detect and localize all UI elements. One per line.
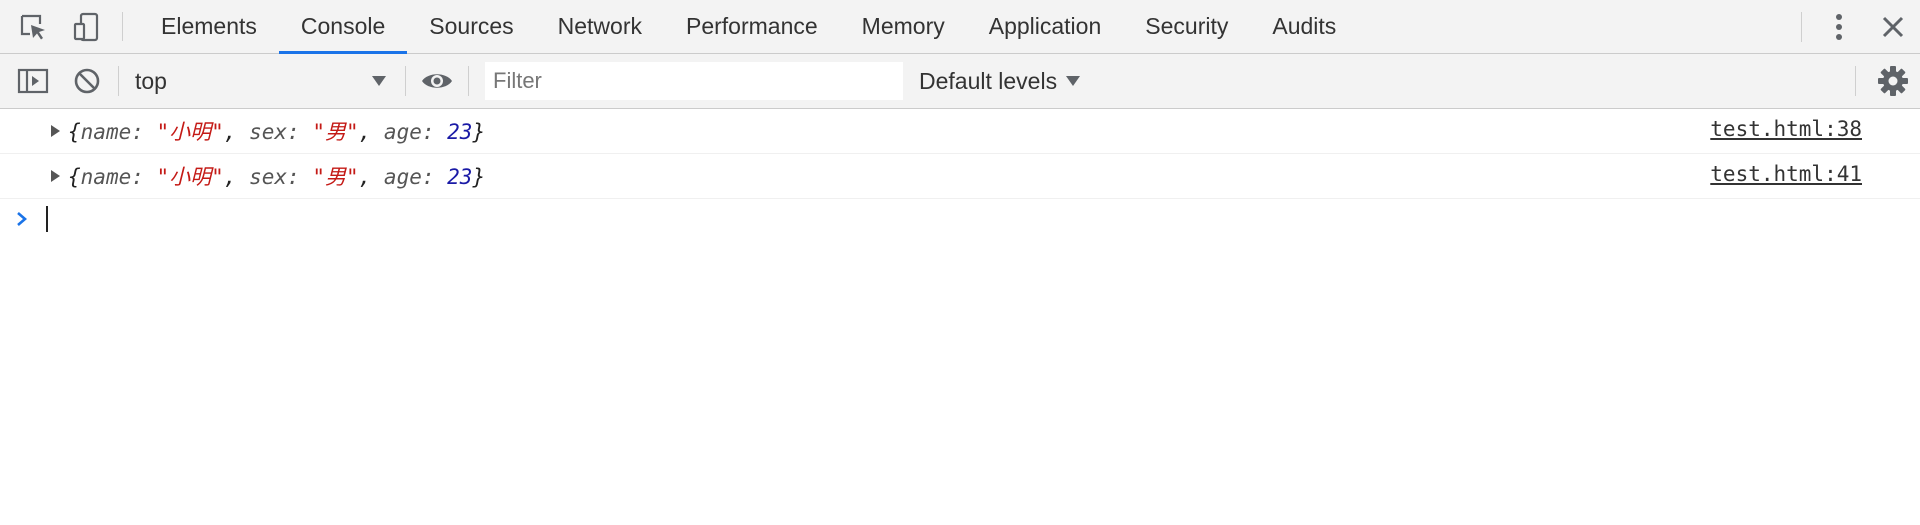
tab-security[interactable]: Security — [1123, 0, 1250, 53]
tab-memory[interactable]: Memory — [840, 0, 967, 53]
dropdown-arrow-icon — [1066, 76, 1081, 86]
property-key: sex: — [249, 120, 313, 144]
toolbar-right-actions — [1851, 54, 1920, 108]
tab-network[interactable]: Network — [536, 0, 664, 53]
dropdown-arrow-icon — [372, 76, 386, 86]
string-value: "男" — [312, 165, 359, 189]
panel-tabs: Elements Console Sources Network Perform… — [139, 0, 1358, 54]
inspect-element-icon[interactable] — [6, 0, 60, 53]
tabbar-right-actions — [1801, 0, 1920, 54]
separator: , — [223, 165, 250, 189]
console-toolbar: top Default levels — [0, 54, 1920, 109]
toolbar-separator — [468, 66, 469, 96]
expand-triangle-icon[interactable] — [51, 125, 60, 137]
brace-close: } — [472, 165, 486, 189]
object-preview[interactable]: {name: "小明", sex: "男", age: 23} — [68, 116, 485, 146]
brace-open: { — [68, 165, 81, 189]
tab-sources[interactable]: Sources — [407, 0, 535, 53]
string-value: "小明" — [156, 165, 224, 189]
separator: , — [358, 165, 384, 189]
text-caret — [46, 206, 48, 232]
tab-audits[interactable]: Audits — [1250, 0, 1358, 53]
execution-context-value: top — [135, 67, 167, 94]
device-toolbar-icon[interactable] — [60, 0, 114, 53]
live-expression-eye-icon[interactable] — [410, 54, 464, 108]
console-settings-gear-icon[interactable] — [1866, 54, 1920, 108]
more-options-icon[interactable] — [1812, 0, 1866, 54]
brace-close: } — [472, 120, 486, 144]
property-key: name: — [80, 120, 157, 144]
toolbar-separator — [405, 66, 406, 96]
property-key: age: — [383, 120, 448, 144]
number-value: 23 — [447, 165, 473, 189]
prompt-chevron-icon — [16, 211, 36, 227]
tab-console[interactable]: Console — [278, 0, 408, 54]
separator: , — [358, 120, 384, 144]
tab-performance[interactable]: Performance — [664, 0, 840, 53]
show-sidebar-icon[interactable] — [6, 54, 60, 108]
close-devtools-icon[interactable] — [1866, 0, 1920, 54]
number-value: 23 — [447, 120, 473, 144]
source-link[interactable]: test.html:41 — [1710, 162, 1862, 186]
string-value: "小明" — [156, 120, 224, 144]
console-prompt[interactable] — [0, 199, 1920, 239]
toolbar-separator — [118, 66, 119, 96]
separator: , — [223, 120, 250, 144]
clear-console-icon[interactable] — [60, 54, 114, 108]
property-key: name: — [80, 165, 157, 189]
execution-context-select[interactable]: top — [123, 54, 401, 108]
expand-triangle-icon[interactable] — [51, 170, 60, 182]
console-message[interactable]: {name: "小明", sex: "男", age: 23} test.htm… — [0, 154, 1920, 199]
devtools-tabbar: Elements Console Sources Network Perform… — [0, 0, 1920, 54]
console-output: {name: "小明", sex: "男", age: 23} test.htm… — [0, 109, 1920, 239]
filter-input[interactable] — [485, 62, 903, 100]
log-levels-label: Default levels — [919, 67, 1058, 94]
source-link[interactable]: test.html:38 — [1710, 117, 1862, 141]
tab-application[interactable]: Application — [967, 0, 1124, 53]
brace-open: { — [68, 120, 81, 144]
string-value: "男" — [312, 120, 359, 144]
property-key: age: — [383, 165, 448, 189]
property-key: sex: — [249, 165, 313, 189]
tabbar-separator — [122, 12, 123, 41]
object-preview[interactable]: {name: "小明", sex: "男", age: 23} — [68, 161, 485, 191]
log-levels-dropdown[interactable]: Default levels — [919, 68, 1081, 95]
toolbar-right-separator — [1855, 66, 1856, 96]
console-message[interactable]: {name: "小明", sex: "男", age: 23} test.htm… — [0, 109, 1920, 154]
tabbar-right-separator — [1801, 12, 1802, 42]
tab-elements[interactable]: Elements — [139, 0, 279, 53]
